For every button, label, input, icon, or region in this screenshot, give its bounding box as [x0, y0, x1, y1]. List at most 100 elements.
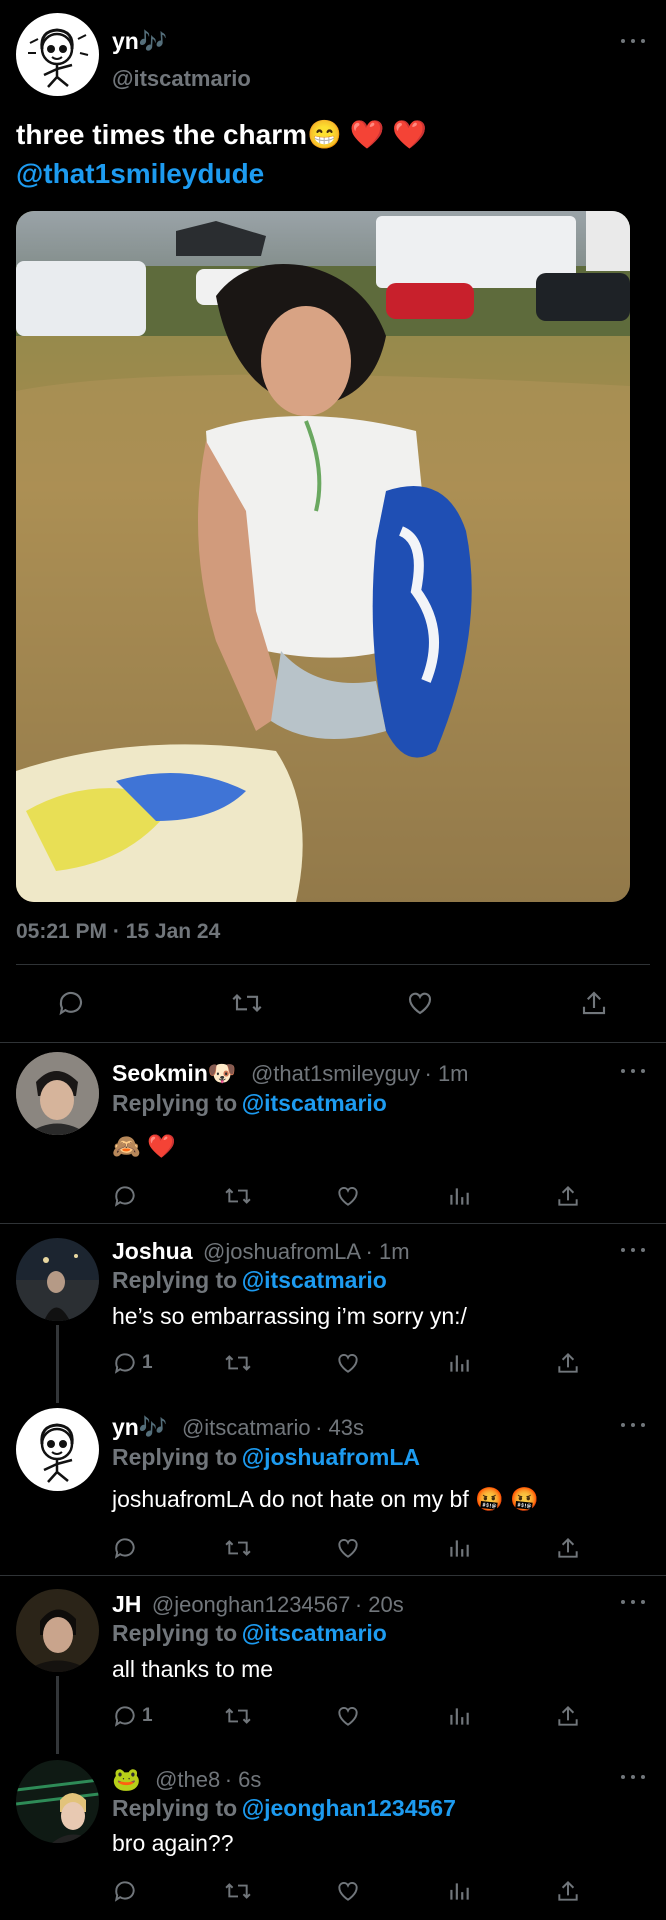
reply-time[interactable]: · 1m [366, 1239, 410, 1264]
views-button[interactable] [446, 1183, 472, 1209]
like-button[interactable] [335, 1703, 361, 1729]
reply-header-1: Seokmin🐶 @that1smileyguy · 1m [112, 1060, 469, 1087]
reply-author-name[interactable]: 🐸 [112, 1766, 141, 1792]
reply-author-name[interactable]: JH [112, 1591, 141, 1617]
reply-button[interactable] [112, 1878, 138, 1904]
reply-avatar-jh[interactable] [16, 1589, 99, 1672]
avatar-photo [16, 1052, 99, 1135]
reply-time[interactable]: · 43s [315, 1415, 364, 1440]
main-author-avatar[interactable] [16, 13, 99, 96]
reply-icon [114, 1186, 135, 1207]
like-icon [338, 1539, 358, 1558]
like-icon [338, 1354, 358, 1373]
like-button[interactable] [335, 1878, 361, 1904]
reply-avatar-yn[interactable] [16, 1408, 99, 1491]
reply-author-name[interactable]: Joshua [112, 1238, 193, 1264]
like-button[interactable] [335, 1535, 361, 1561]
reply-icon [114, 1353, 135, 1374]
more-icon[interactable] [621, 36, 645, 46]
reply-avatar-joshua[interactable] [16, 1238, 99, 1321]
like-button[interactable] [335, 1350, 361, 1376]
views-icon [450, 1708, 469, 1725]
main-tweet-text: three times the charm😁 ❤️ ❤️ [16, 119, 428, 150]
reply-button[interactable]: 1 [112, 1703, 153, 1729]
reply-text: he’s so embarrassing i’m sorry yn:/ [112, 1303, 467, 1329]
cat-doodle-avatar-image [28, 28, 89, 88]
like-icon [408, 992, 432, 1015]
reply-text: all thanks to me [112, 1656, 274, 1682]
more-icon[interactable] [621, 1245, 645, 1255]
replying-to-label: Replying to [112, 1267, 238, 1293]
reply-icon [59, 991, 83, 1016]
reply-avatar-the8[interactable] [16, 1760, 99, 1843]
share-icon [582, 991, 606, 1015]
retweet-icon [225, 1355, 251, 1371]
reply-author-handle[interactable]: @itscatmario [182, 1415, 311, 1440]
more-icon[interactable] [621, 1066, 645, 1076]
main-like-button[interactable] [405, 988, 435, 1018]
avatar-photo [16, 1589, 99, 1672]
main-author-name[interactable]: yn🎶 [112, 28, 167, 55]
share-button[interactable] [555, 1703, 581, 1729]
reply-author-name[interactable]: yn🎶 [112, 1414, 167, 1440]
replying-to-mention[interactable]: @itscatmario [242, 1090, 387, 1116]
views-button[interactable] [446, 1703, 472, 1729]
retweet-button[interactable] [223, 1183, 253, 1209]
retweet-button[interactable] [223, 1878, 253, 1904]
main-tweet-timestamp[interactable]: 05:21 PM · 15 Jan 24 [16, 920, 220, 944]
main-tweet-mention[interactable]: @that1smileydude [16, 158, 264, 190]
photo-image [16, 211, 630, 902]
views-button[interactable] [446, 1878, 472, 1904]
reply-author-name[interactable]: Seokmin🐶 [112, 1060, 237, 1086]
reply-author-handle[interactable]: @that1smileyguy [251, 1061, 420, 1086]
replying-to-mention[interactable]: @itscatmario [242, 1267, 387, 1293]
reply-text: bro again?? [112, 1830, 234, 1856]
main-share-button[interactable] [579, 988, 609, 1018]
tweet-photo[interactable] [16, 211, 630, 902]
retweet-button[interactable] [223, 1350, 253, 1376]
more-icon[interactable] [621, 1420, 645, 1430]
reply-button[interactable] [112, 1183, 142, 1209]
replying-to-label: Replying to [112, 1795, 238, 1821]
like-icon [338, 1187, 358, 1206]
reply-header-3: yn🎶 @itscatmario · 43s [112, 1414, 364, 1441]
views-button[interactable] [446, 1350, 472, 1376]
cat-doodle-avatar-image [40, 1423, 74, 1483]
reply-button[interactable]: 1 [112, 1350, 153, 1376]
reply-avatar-seokmin[interactable] [16, 1052, 99, 1135]
reply-text: joshuafromLA do not hate on my bf 🤬 🤬 [112, 1486, 539, 1512]
views-icon [450, 1188, 469, 1205]
like-button[interactable] [335, 1183, 361, 1209]
replying-to-line-3: Replying to @joshuafromLA [112, 1444, 420, 1471]
main-retweet-button[interactable] [230, 988, 264, 1018]
reply-time[interactable]: · 20s [355, 1592, 404, 1617]
main-reply-button[interactable] [56, 988, 86, 1018]
reply-text: 🙈 ❤️ [112, 1133, 176, 1159]
more-icon[interactable] [621, 1597, 645, 1607]
share-button[interactable] [555, 1535, 581, 1561]
reply-author-handle[interactable]: @joshuafromLA [203, 1239, 361, 1264]
main-author-handle[interactable]: @itscatmario [112, 66, 251, 92]
share-icon [558, 1352, 578, 1373]
share-button[interactable] [555, 1183, 581, 1209]
reply-time[interactable]: · 1m [425, 1061, 469, 1086]
reply-author-handle[interactable]: @jeonghan1234567 [152, 1592, 351, 1617]
replying-to-mention[interactable]: @joshuafromLA [242, 1444, 420, 1470]
retweet-button[interactable] [223, 1535, 253, 1561]
reply-button[interactable] [112, 1535, 138, 1561]
retweet-button[interactable] [223, 1703, 253, 1729]
replying-to-mention[interactable]: @jeonghan1234567 [242, 1795, 456, 1821]
replying-to-mention[interactable]: @itscatmario [242, 1620, 387, 1646]
retweet-icon [225, 1540, 251, 1556]
views-icon [450, 1355, 469, 1372]
reply-author-handle[interactable]: @the8 [155, 1767, 220, 1792]
divider [0, 1223, 666, 1224]
like-icon [338, 1707, 358, 1726]
views-button[interactable] [446, 1535, 472, 1561]
more-icon[interactable] [621, 1772, 645, 1782]
thread-line [56, 1325, 59, 1403]
reply-count: 1 [142, 1705, 153, 1726]
share-button[interactable] [555, 1878, 581, 1904]
reply-time[interactable]: · 6s [225, 1767, 262, 1792]
share-button[interactable] [555, 1350, 581, 1376]
